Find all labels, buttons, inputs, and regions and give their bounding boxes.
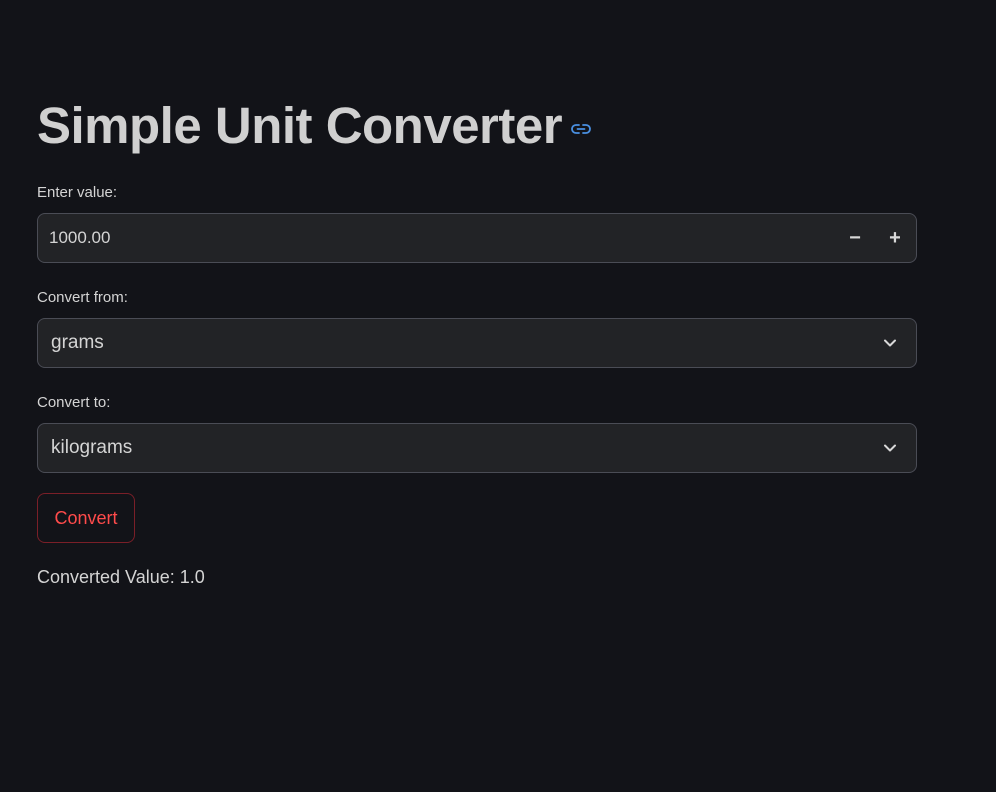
from-label: Convert from: <box>37 289 128 306</box>
from-unit-select[interactable]: grams <box>37 318 917 368</box>
link-icon[interactable] <box>570 118 592 140</box>
chevron-down-icon <box>884 339 896 347</box>
value-label: Enter value: <box>37 184 118 201</box>
value-input-text[interactable]: 1000.00 <box>49 214 110 262</box>
page-title: Simple Unit Converter <box>37 97 563 154</box>
increment-button[interactable]: + <box>875 214 915 262</box>
to-unit-value: kilograms <box>51 437 133 458</box>
app-page: Simple Unit Converter Enter value: 1000.… <box>0 0 996 792</box>
converted-value-text: Converted Value: 1.0 <box>37 567 205 587</box>
from-unit-value: grams <box>51 332 104 353</box>
convert-button[interactable]: Convert <box>37 493 135 543</box>
to-unit-select[interactable]: kilograms <box>37 423 917 473</box>
chevron-down-icon <box>884 444 896 452</box>
header: Simple Unit Converter <box>37 96 592 156</box>
to-label: Convert to: <box>37 394 111 411</box>
decrement-button[interactable]: − <box>835 214 875 262</box>
value-number-input[interactable]: 1000.00 − + <box>37 213 917 263</box>
